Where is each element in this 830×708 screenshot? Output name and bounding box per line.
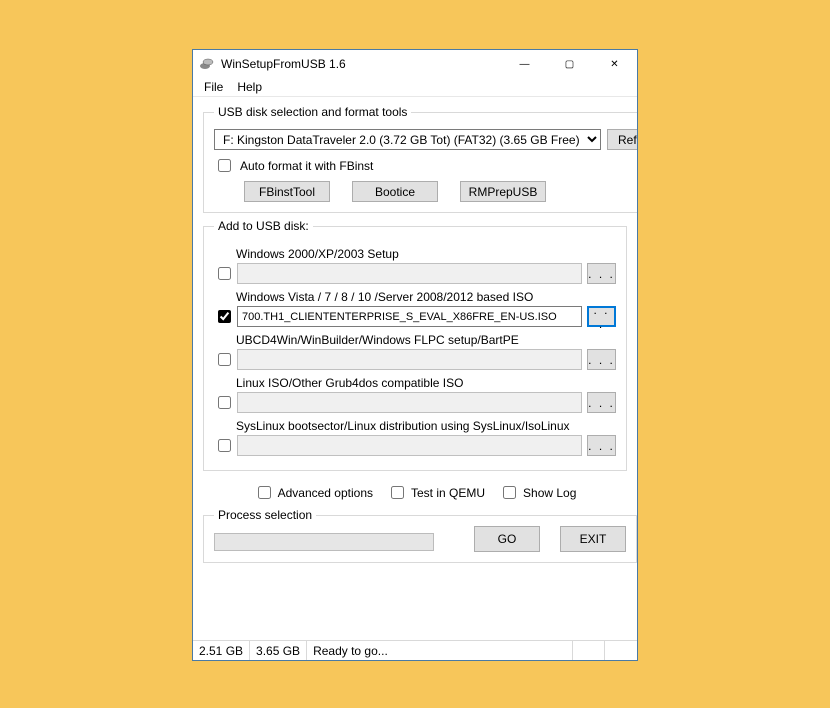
minimize-button[interactable]: — xyxy=(502,50,547,78)
refresh-button[interactable]: Refresh xyxy=(607,129,637,150)
row-syslinux-browse[interactable]: . . . xyxy=(587,435,616,456)
row-ubcd: UBCD4Win/WinBuilder/Windows FLPC setup/B… xyxy=(214,333,616,370)
row-ubcd-path[interactable] xyxy=(237,349,582,370)
status-pane-1 xyxy=(573,641,605,660)
row-linux-browse[interactable]: . . . xyxy=(587,392,616,413)
status-message: Ready to go... xyxy=(307,641,573,660)
disk-select[interactable]: F: Kingston DataTraveler 2.0 (3.72 GB To… xyxy=(214,129,601,150)
qemu-label: Test in QEMU xyxy=(411,486,485,500)
row-ubcd-browse[interactable]: . . . xyxy=(587,349,616,370)
process-group-legend: Process selection xyxy=(214,508,316,522)
app-window: WinSetupFromUSB 1.6 — ▢ ✕ File Help USB … xyxy=(192,49,638,661)
row-linux: Linux ISO/Other Grub4dos compatible ISO … xyxy=(214,376,616,413)
disk-group-legend: USB disk selection and format tools xyxy=(214,105,411,119)
row-win2k: Windows 2000/XP/2003 Setup . . . xyxy=(214,247,616,284)
process-group: Process selection GO EXIT xyxy=(203,508,637,563)
menu-help[interactable]: Help xyxy=(230,79,269,95)
row-linux-checkbox[interactable] xyxy=(218,396,231,409)
row-syslinux-label: SysLinux bootsector/Linux distribution u… xyxy=(214,419,616,433)
showlog-checkbox[interactable] xyxy=(503,486,516,499)
fbinst-button[interactable]: FBinstTool xyxy=(244,181,330,202)
progress-bar xyxy=(214,533,434,551)
row-win2k-browse[interactable]: . . . xyxy=(587,263,616,284)
autoformat-checkbox[interactable] xyxy=(218,159,231,172)
row-win2k-label: Windows 2000/XP/2003 Setup xyxy=(214,247,616,261)
autoformat-label: Auto format it with FBinst xyxy=(240,159,373,173)
client-area: USB disk selection and format tools F: K… xyxy=(193,97,637,640)
bootice-button[interactable]: Bootice xyxy=(352,181,438,202)
row-syslinux-path[interactable] xyxy=(237,435,582,456)
row-ubcd-label: UBCD4Win/WinBuilder/Windows FLPC setup/B… xyxy=(214,333,616,347)
advanced-label: Advanced options xyxy=(278,486,373,500)
row-winvista: Windows Vista / 7 / 8 / 10 /Server 2008/… xyxy=(214,290,616,327)
menu-file[interactable]: File xyxy=(197,79,230,95)
maximize-button[interactable]: ▢ xyxy=(547,50,592,78)
options-row: Advanced options Test in QEMU Show Log xyxy=(203,483,627,502)
disk-group: USB disk selection and format tools F: K… xyxy=(203,105,637,213)
exit-button[interactable]: EXIT xyxy=(560,526,626,552)
titlebar: WinSetupFromUSB 1.6 — ▢ ✕ xyxy=(193,50,637,78)
status-total: 3.65 GB xyxy=(250,641,307,660)
add-group-legend: Add to USB disk: xyxy=(214,219,313,233)
qemu-checkbox[interactable] xyxy=(391,486,404,499)
app-icon xyxy=(199,56,215,72)
advanced-checkbox[interactable] xyxy=(258,486,271,499)
add-group: Add to USB disk: Windows 2000/XP/2003 Se… xyxy=(203,219,627,471)
row-syslinux-checkbox[interactable] xyxy=(218,439,231,452)
row-winvista-label: Windows Vista / 7 / 8 / 10 /Server 2008/… xyxy=(214,290,616,304)
row-win2k-path[interactable] xyxy=(237,263,582,284)
status-pane-2 xyxy=(605,641,637,660)
close-button[interactable]: ✕ xyxy=(592,50,637,78)
window-title: WinSetupFromUSB 1.6 xyxy=(221,57,502,71)
row-winvista-checkbox[interactable] xyxy=(218,310,231,323)
row-linux-path[interactable] xyxy=(237,392,582,413)
go-button[interactable]: GO xyxy=(474,526,540,552)
menubar: File Help xyxy=(193,78,637,97)
row-syslinux: SysLinux bootsector/Linux distribution u… xyxy=(214,419,616,456)
row-linux-label: Linux ISO/Other Grub4dos compatible ISO xyxy=(214,376,616,390)
row-win2k-checkbox[interactable] xyxy=(218,267,231,280)
status-used: 2.51 GB xyxy=(193,641,250,660)
statusbar: 2.51 GB 3.65 GB Ready to go... xyxy=(193,640,637,660)
showlog-label: Show Log xyxy=(523,486,576,500)
row-winvista-browse[interactable]: . . . xyxy=(587,306,616,327)
row-ubcd-checkbox[interactable] xyxy=(218,353,231,366)
row-winvista-path[interactable] xyxy=(237,306,582,327)
rmprepusb-button[interactable]: RMPrepUSB xyxy=(460,181,546,202)
